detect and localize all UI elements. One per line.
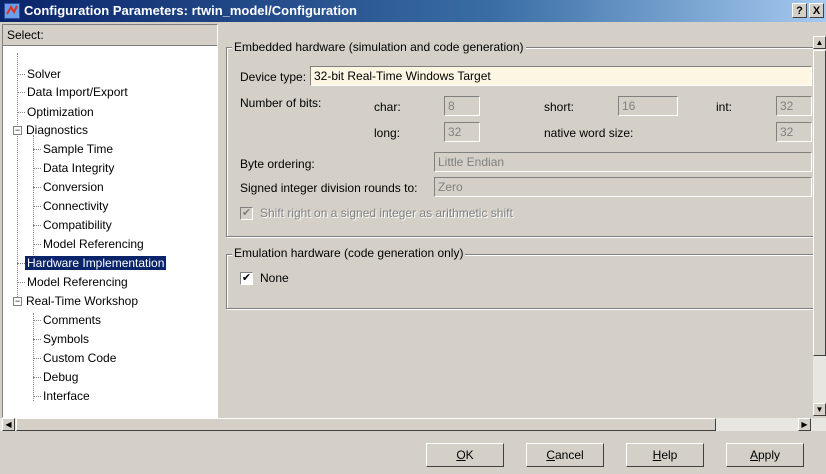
tree-item-data-integrity[interactable]: Data Integrity bbox=[33, 160, 116, 177]
int-label: int: bbox=[716, 100, 733, 114]
tree-item-data-import-export[interactable]: Data Import/Export bbox=[17, 84, 130, 101]
emulation-hardware-group bbox=[226, 254, 814, 309]
scroll-left-icon[interactable]: ◀ bbox=[2, 418, 15, 431]
ok-button[interactable]: OK bbox=[426, 443, 504, 467]
horizontal-scroll-thumb[interactable] bbox=[16, 418, 716, 431]
tree-item-comments[interactable]: Comments bbox=[33, 312, 103, 329]
device-type-label: Device type: bbox=[240, 70, 307, 84]
emulation-none-checkbox[interactable]: ✔ bbox=[240, 272, 253, 285]
tree-item-conversion[interactable]: Conversion bbox=[33, 179, 106, 196]
scroll-right-icon[interactable]: ▶ bbox=[798, 418, 811, 431]
simulink-app-icon bbox=[4, 3, 20, 19]
tree-item-hardware-implementation[interactable]: Hardware Implementation bbox=[17, 255, 167, 272]
help-title-button[interactable]: ? bbox=[792, 3, 807, 18]
tree-item-interface[interactable]: Interface bbox=[33, 388, 92, 405]
tree-item-real-time-workshop[interactable]: − Real-Time Workshop bbox=[13, 293, 140, 310]
tree-header: Select: bbox=[3, 25, 217, 46]
byte-ordering-select[interactable]: Little Endian bbox=[434, 152, 812, 172]
tree-item-sample-time[interactable]: Sample Time bbox=[33, 141, 115, 158]
tree-item-solver[interactable]: Solver bbox=[17, 66, 63, 83]
signed-division-select[interactable]: Zero bbox=[434, 177, 812, 197]
char-label: char: bbox=[374, 100, 401, 114]
scroll-down-icon[interactable]: ▼ bbox=[813, 403, 826, 416]
content-vertical-scrollbar[interactable]: ▲ ▼ bbox=[813, 36, 826, 416]
short-label: short: bbox=[544, 100, 575, 114]
tree-item-diagnostics[interactable]: − Diagnostics bbox=[13, 122, 90, 139]
window-title: Configuration Parameters: rtwin_model/Co… bbox=[24, 3, 357, 18]
char-bits-field[interactable]: 8 bbox=[444, 96, 480, 116]
embedded-hardware-title: Embedded hardware (simulation and code g… bbox=[232, 40, 526, 54]
scroll-up-icon[interactable]: ▲ bbox=[813, 36, 826, 49]
emulation-hardware-title: Emulation hardware (code generation only… bbox=[232, 246, 466, 260]
vertical-scroll-thumb[interactable] bbox=[813, 50, 826, 356]
collapse-diagnostics-icon[interactable]: − bbox=[13, 126, 22, 135]
settings-pane: Embedded hardware (simulation and code g… bbox=[222, 24, 814, 412]
help-button[interactable]: Help bbox=[626, 443, 704, 467]
category-tree[interactable]: Select: Solver Data Import/Export Optimi… bbox=[2, 24, 218, 418]
device-type-select[interactable]: 32-bit Real-Time Windows Target bbox=[310, 66, 812, 86]
tree-item-diag-model-referencing[interactable]: Model Referencing bbox=[33, 236, 146, 253]
shift-right-checkbox[interactable]: ✔ bbox=[240, 207, 253, 220]
short-bits-field[interactable]: 16 bbox=[618, 96, 678, 116]
shift-right-label: Shift right on a signed integer as arith… bbox=[260, 206, 513, 220]
long-bits-field[interactable]: 32 bbox=[444, 122, 480, 142]
horizontal-scrollbar[interactable]: ◀ ▶ bbox=[0, 418, 826, 431]
tree-item-compatibility[interactable]: Compatibility bbox=[33, 217, 114, 234]
byte-ordering-label: Byte ordering: bbox=[240, 157, 315, 171]
apply-button[interactable]: Apply bbox=[726, 443, 804, 467]
tree-item-debug[interactable]: Debug bbox=[33, 369, 80, 386]
signed-division-label: Signed integer division rounds to: bbox=[240, 181, 418, 195]
collapse-rtw-icon[interactable]: − bbox=[13, 297, 22, 306]
tree-item-model-referencing[interactable]: Model Referencing bbox=[17, 274, 130, 291]
number-of-bits-label: Number of bits: bbox=[240, 96, 322, 110]
tree-item-optimization[interactable]: Optimization bbox=[17, 104, 96, 121]
title-bar: Configuration Parameters: rtwin_model/Co… bbox=[0, 0, 826, 22]
tree-item-connectivity[interactable]: Connectivity bbox=[33, 198, 110, 215]
tree-item-custom-code[interactable]: Custom Code bbox=[33, 350, 118, 367]
int-bits-field[interactable]: 32 bbox=[776, 96, 812, 116]
long-label: long: bbox=[374, 126, 401, 140]
tree-item-symbols[interactable]: Symbols bbox=[33, 331, 91, 348]
cancel-button[interactable]: Cancel bbox=[526, 443, 604, 467]
close-title-button[interactable]: X bbox=[809, 3, 824, 18]
native-word-size-label: native word size: bbox=[544, 126, 634, 140]
native-word-size-field[interactable]: 32 bbox=[776, 122, 812, 142]
emulation-none-label: None bbox=[260, 271, 289, 285]
